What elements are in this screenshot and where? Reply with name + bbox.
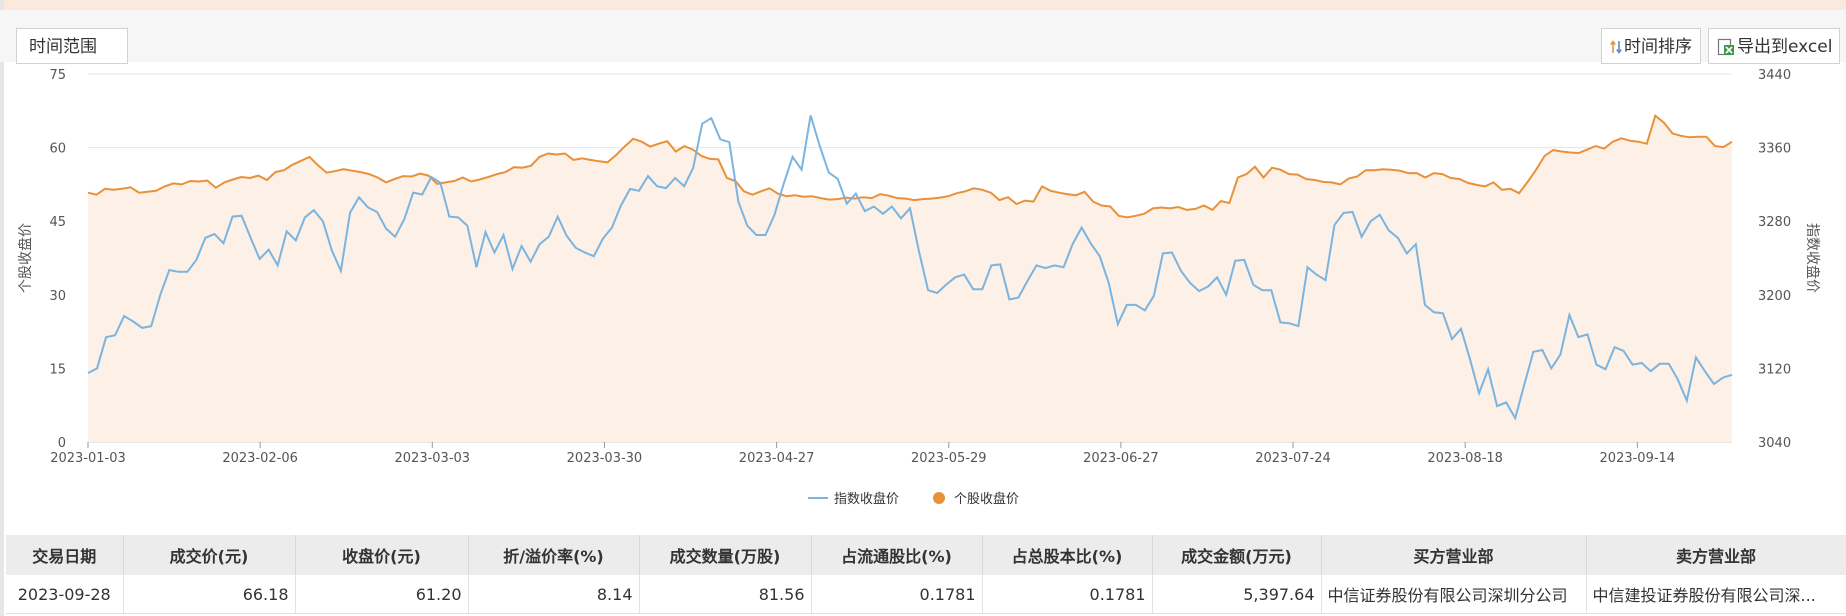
y-right-tick-label: 3280	[1758, 215, 1791, 230]
time-sort-button[interactable]: 时间排序	[1601, 28, 1701, 64]
table-row[interactable]: 2023-09-28 66.18 61.20 8.14 81.56 0.1781…	[6, 575, 1846, 614]
table-header-row: 交易日期 成交价(元) 收盘价(元) 折/溢价率(%) 成交数量(万股) 占流通…	[6, 535, 1846, 575]
stock-price-area	[88, 115, 1732, 442]
col-header-close-price[interactable]: 收盘价(元)	[295, 535, 469, 575]
legend-stock-swatch	[933, 492, 945, 504]
y-right-tick-label: 3200	[1758, 289, 1791, 304]
x-tick-label: 2023-03-03	[395, 451, 471, 466]
x-tick-label: 2023-09-14	[1600, 451, 1676, 466]
toolbar: 时间范围 时间排序 导出到excel	[0, 10, 1846, 64]
y-left-axis-title: 个股收盘价	[17, 223, 34, 293]
cell-volume: 81.56	[639, 575, 812, 614]
chart-svg: 0 15 30 45 60 75 3040 3120 3200 3280 3360 3440 个股收盘价…	[17, 68, 1821, 507]
excel-icon	[1717, 38, 1734, 56]
cell-close-price: 61.20	[295, 575, 469, 614]
legend-stock-label: 个股收盘价	[954, 491, 1019, 507]
cell-seller: 中信建投证券股份有限公司深...	[1586, 575, 1846, 614]
y-left-tick-label: 75	[49, 68, 66, 83]
time-sort-label: 时间排序	[1624, 37, 1692, 57]
export-excel-label: 导出到excel	[1737, 37, 1833, 57]
cell-trade-date: 2023-09-28	[6, 575, 124, 614]
time-range-button[interactable]: 时间范围	[16, 28, 128, 64]
export-excel-button[interactable]: 导出到excel	[1708, 28, 1840, 64]
y-right-tick-label: 3040	[1758, 436, 1791, 451]
cell-float-ratio: 0.1781	[811, 575, 983, 614]
col-header-trade-price[interactable]: 成交价(元)	[123, 535, 296, 575]
top-accent-bar	[0, 0, 1846, 10]
time-range-label: 时间范围	[29, 37, 97, 57]
col-header-premium-rate[interactable]: 折/溢价率(%)	[468, 535, 640, 575]
cell-premium-rate: 8.14	[468, 575, 640, 614]
cell-amount: 5,397.64	[1152, 575, 1322, 614]
y-left-tick-label: 15	[49, 362, 66, 377]
col-header-volume[interactable]: 成交数量(万股)	[639, 535, 812, 575]
y-left-tick-label: 30	[49, 289, 66, 304]
y-left-tick-label: 0	[58, 436, 66, 451]
price-chart: 0 15 30 45 60 75 3040 3120 3200 3280 3360 3440 个股收盘价…	[0, 62, 1846, 532]
cell-total-ratio: 0.1781	[982, 575, 1153, 614]
x-tick-label: 2023-01-03	[50, 451, 126, 466]
x-tick-label: 2023-05-29	[911, 451, 987, 466]
x-tick-label: 2023-06-27	[1083, 451, 1159, 466]
y-right-tick-label: 3120	[1758, 362, 1791, 377]
trades-table: 交易日期 成交价(元) 收盘价(元) 折/溢价率(%) 成交数量(万股) 占流通…	[6, 535, 1846, 614]
y-right-axis-title: 指数收盘价	[1804, 223, 1821, 293]
y-left-tick-label: 60	[49, 142, 66, 157]
cell-trade-price: 66.18	[123, 575, 296, 614]
y-left-tick-label: 45	[49, 215, 66, 230]
legend-index-label: 指数收盘价	[834, 491, 899, 507]
col-header-amount[interactable]: 成交金额(万元)	[1152, 535, 1322, 575]
col-header-buyer[interactable]: 买方营业部	[1321, 535, 1587, 575]
y-right-tick-label: 3440	[1758, 68, 1791, 83]
x-tick-label: 2023-07-24	[1255, 451, 1331, 466]
col-header-trade-date[interactable]: 交易日期	[6, 535, 124, 575]
x-tick-label: 2023-02-06	[222, 451, 298, 466]
x-tick-label: 2023-03-30	[567, 451, 643, 466]
x-tick-label: 2023-04-27	[739, 451, 815, 466]
col-header-float-ratio[interactable]: 占流通股比(%)	[811, 535, 983, 575]
col-header-seller[interactable]: 卖方营业部	[1586, 535, 1846, 575]
col-header-total-ratio[interactable]: 占总股本比(%)	[982, 535, 1153, 575]
cell-buyer: 中信证券股份有限公司深圳分公司	[1321, 575, 1587, 614]
sort-arrows-icon	[1610, 40, 1622, 54]
x-tick-label: 2023-08-18	[1427, 451, 1503, 466]
y-right-tick-label: 3360	[1758, 142, 1791, 157]
